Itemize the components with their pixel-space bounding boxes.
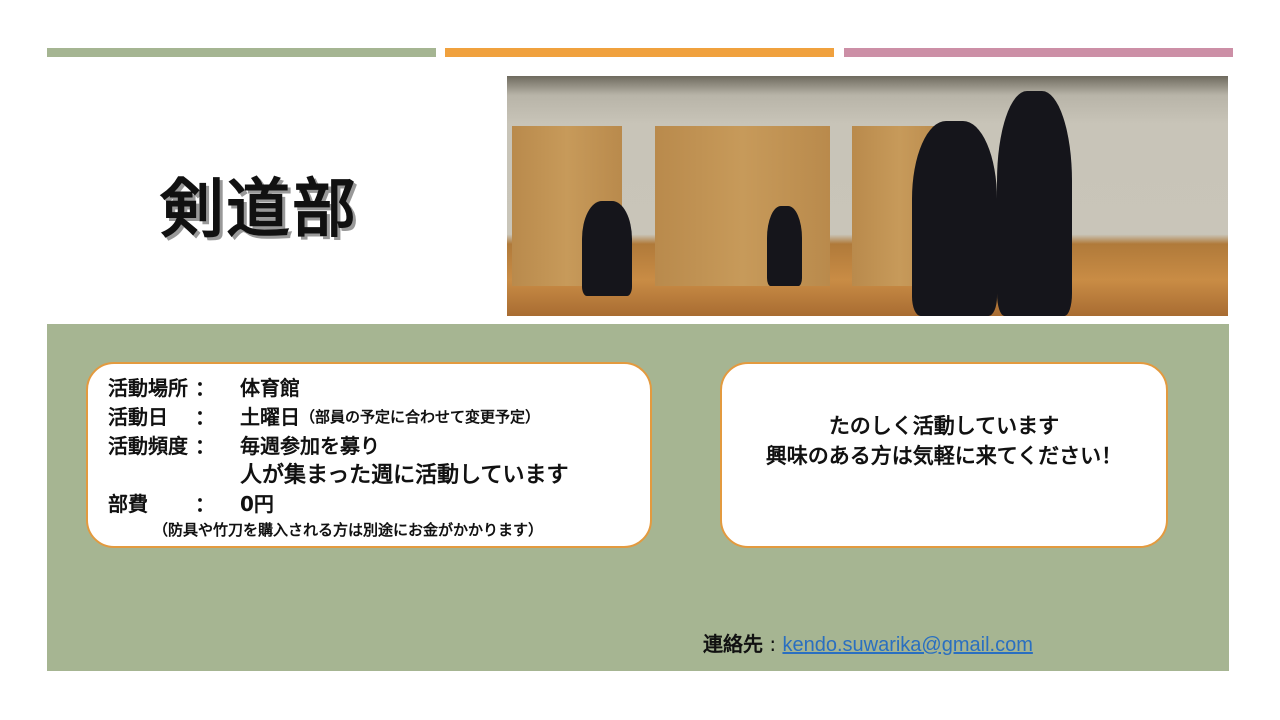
place-value: 体育館 <box>240 376 300 400</box>
message-box: たのしく活動しています 興味のある方は気軽に来てください！ <box>720 362 1168 548</box>
contact-label: 連絡先 <box>703 632 763 656</box>
contact-email-link[interactable]: kendo.suwarika@gmail.com <box>782 634 1032 656</box>
message-line-1: たのしく活動しています <box>828 414 1060 438</box>
accent-bar-pink <box>844 48 1233 57</box>
frequency-value-1: 毎週参加を募り <box>240 434 380 458</box>
day-note: （部員の予定に合わせて変更予定） <box>300 408 541 426</box>
place-label: 活動場所 ： <box>108 376 215 400</box>
accent-bar-green <box>47 48 436 57</box>
kendo-practice-photo <box>507 76 1228 316</box>
frequency-label: 活動頻度 ： <box>108 434 215 458</box>
accent-bar-orange <box>445 48 834 57</box>
message-line-2: 興味のある方は気軽に来てください！ <box>765 444 1123 468</box>
fee-note: （防具や竹刀を購入される方は別途にお金がかかります） <box>153 521 544 539</box>
day-label: 活動日 ： <box>108 405 215 429</box>
fee-label: 部費 ： <box>108 492 215 516</box>
slide-title: 剣道部 <box>160 173 358 247</box>
contact-separator: : <box>763 632 783 656</box>
day-value: 土曜日 <box>240 405 300 429</box>
fee-value: 0円 <box>240 492 274 516</box>
frequency-value-2: 人が集まった週に活動しています <box>240 463 569 488</box>
activity-info-box: 活動場所 ： 体育館 活動日 ： 土曜日 （部員の予定に合わせて変更予定） 活動頻度 … <box>86 362 652 548</box>
contact-info: 連絡先 : kendo.suwarika@gmail.com <box>703 628 1033 657</box>
